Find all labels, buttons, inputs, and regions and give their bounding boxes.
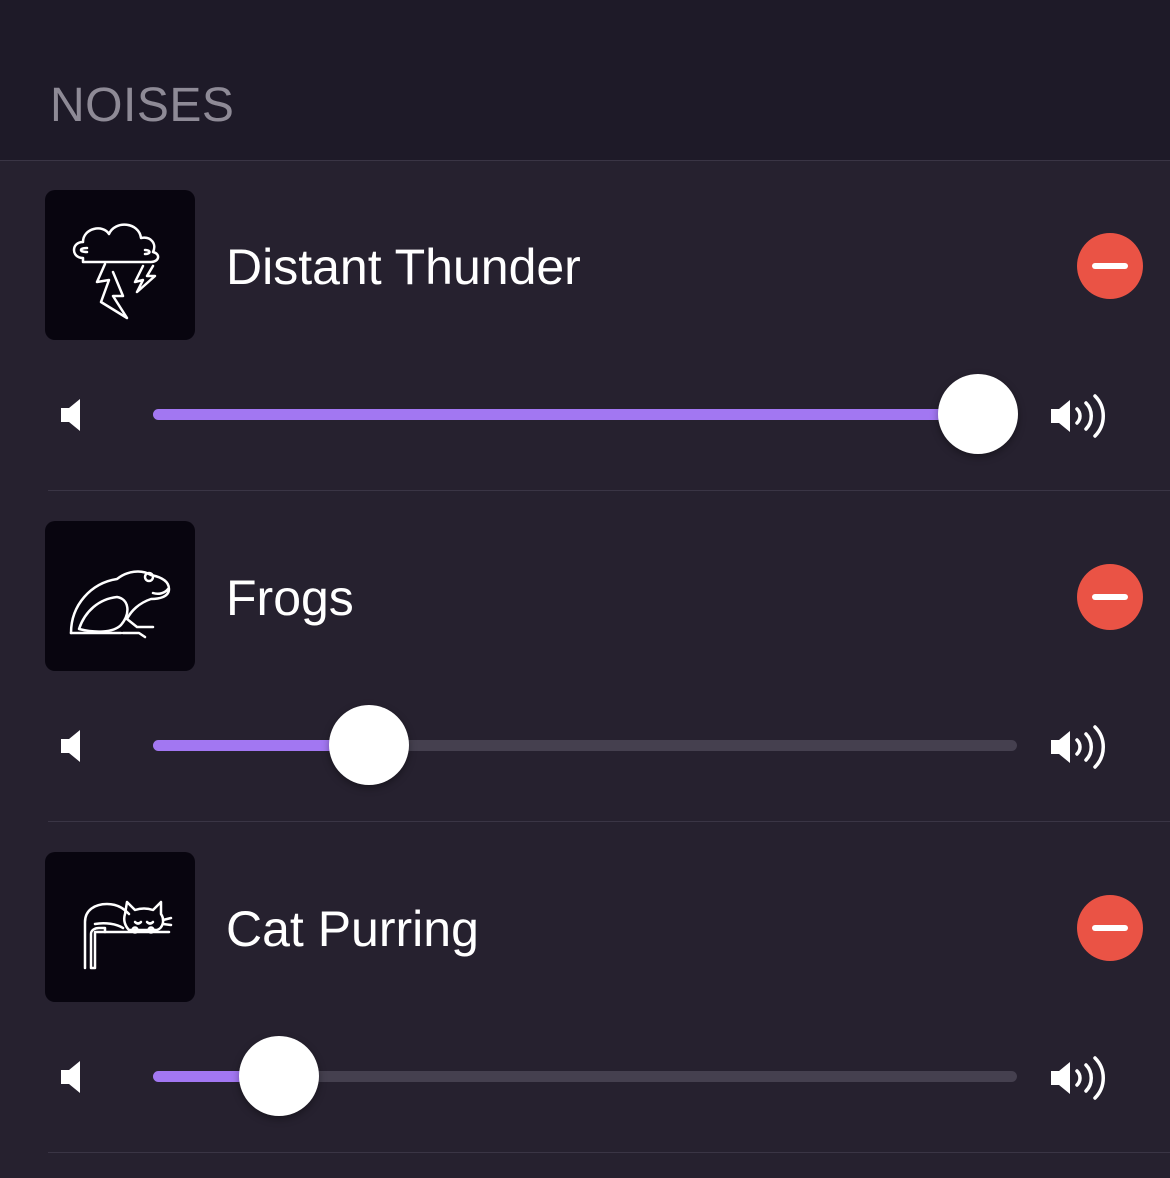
volume-low-icon <box>61 730 80 762</box>
section-header: NOISES <box>0 0 1170 161</box>
volume-low-icon <box>61 1061 80 1093</box>
noise-thumbnail <box>45 521 195 671</box>
noise-thumbnail <box>45 852 195 1002</box>
volume-slider-thumb[interactable] <box>938 374 1019 454</box>
noise-name: Distant Thunder <box>226 239 581 295</box>
volume-slider-fill <box>153 409 979 420</box>
noise-thumbnail <box>45 190 195 340</box>
frog-icon <box>69 570 171 639</box>
remove-noise-button[interactable] <box>1077 564 1143 630</box>
volume-low-icon <box>61 399 80 431</box>
volume-high-icon <box>1051 1056 1105 1100</box>
minus-icon <box>1092 594 1128 600</box>
minus-icon <box>1092 925 1128 931</box>
noise-row-frogs: Frogs <box>0 491 1170 822</box>
row-divider <box>48 1152 1170 1153</box>
thunderstorm-cloud-icon <box>72 223 160 320</box>
noise-row-distant-thunder: Distant Thunder <box>0 160 1170 491</box>
noise-row-cat-purring: Cat Purring <box>0 822 1170 1153</box>
volume-high-icon <box>1051 394 1105 438</box>
section-title: NOISES <box>50 79 235 132</box>
remove-noise-button[interactable] <box>1077 895 1143 961</box>
minus-icon <box>1092 263 1128 269</box>
volume-slider-thumb[interactable] <box>239 1036 320 1116</box>
sleeping-cat-icon <box>83 900 173 970</box>
remove-noise-button[interactable] <box>1077 233 1143 299</box>
volume-high-icon <box>1051 725 1105 769</box>
volume-slider-thumb[interactable] <box>329 705 409 785</box>
noise-name: Cat Purring <box>226 901 479 957</box>
volume-slider[interactable] <box>153 740 1017 751</box>
noise-name: Frogs <box>226 570 354 626</box>
volume-slider[interactable] <box>153 409 1017 420</box>
